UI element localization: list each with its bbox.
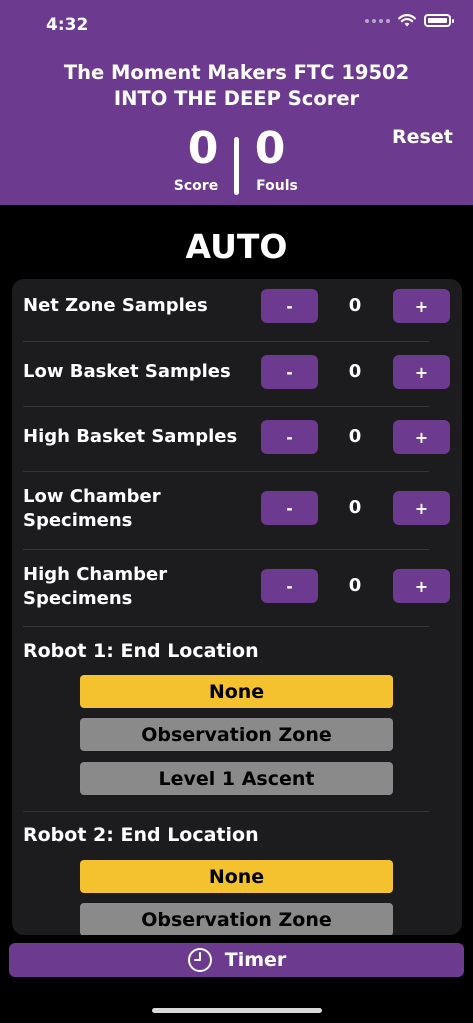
scoring-card: Net Zone Samples - 0 + Low Basket Sample… — [12, 279, 462, 935]
divider — [23, 406, 429, 407]
increment-button[interactable]: + — [393, 420, 450, 454]
decrement-button[interactable]: - — [261, 355, 318, 389]
timer-label: Timer — [224, 949, 287, 971]
increment-button[interactable]: + — [393, 569, 450, 603]
score-divider — [234, 137, 239, 195]
home-indicator — [152, 1008, 322, 1013]
decrement-button[interactable]: - — [261, 289, 318, 323]
score-value: 0 — [187, 123, 219, 174]
increment-button[interactable]: + — [393, 289, 450, 323]
divider — [23, 626, 429, 627]
counter-label: High Chamber Specimens — [23, 564, 168, 609]
counter-label: Low Basket Samples — [23, 361, 231, 382]
divider — [23, 549, 429, 550]
robot2-end-location-label: Robot 2: End Location — [23, 824, 259, 846]
decrement-button[interactable]: - — [261, 569, 318, 603]
fouls-value: 0 — [254, 123, 286, 174]
signal-dots-icon — [365, 18, 390, 23]
battery-icon — [424, 14, 454, 27]
clock-icon — [187, 948, 212, 972]
fouls-label: Fouls — [256, 178, 298, 194]
robot2-option-observation-zone[interactable]: Observation Zone — [80, 903, 393, 935]
decrement-button[interactable]: - — [261, 491, 318, 525]
app-title-line1: The Moment Makers FTC 19502 — [63, 61, 410, 84]
status-time: 4:32 — [46, 15, 89, 35]
mode-title: AUTO — [185, 227, 288, 266]
status-icons — [365, 14, 454, 27]
robot1-option-level1-ascent[interactable]: Level 1 Ascent — [80, 762, 393, 795]
increment-button[interactable]: + — [393, 355, 450, 389]
robot1-option-none[interactable]: None — [80, 675, 393, 708]
reset-button[interactable]: Reset — [392, 126, 453, 148]
counter-label: Net Zone Samples — [23, 295, 208, 316]
robot1-option-observation-zone[interactable]: Observation Zone — [80, 718, 393, 751]
counter-value: 0 — [348, 426, 362, 447]
app-title: The Moment Makers FTC 19502 INTO THE DEE… — [0, 60, 473, 112]
increment-button[interactable]: + — [393, 491, 450, 525]
app-title-line2: INTO THE DEEP Scorer — [113, 87, 360, 110]
counter-value: 0 — [348, 497, 362, 518]
counter-value: 0 — [348, 361, 362, 382]
counter-label: High Basket Samples — [23, 426, 238, 447]
header: 4:32 The Moment Makers FTC 19502 INTO TH… — [0, 0, 473, 205]
divider — [23, 341, 429, 342]
timer-button[interactable]: Timer — [9, 943, 464, 977]
divider — [23, 471, 429, 472]
robot2-option-none[interactable]: None — [80, 860, 393, 893]
counter-value: 0 — [348, 575, 362, 596]
wifi-icon — [398, 14, 416, 27]
robot1-end-location-label: Robot 1: End Location — [23, 640, 259, 662]
divider — [23, 811, 429, 812]
counter-label: Low Chamber Specimens — [23, 486, 161, 531]
counter-value: 0 — [348, 295, 362, 316]
decrement-button[interactable]: - — [261, 420, 318, 454]
score-label: Score — [173, 178, 219, 194]
